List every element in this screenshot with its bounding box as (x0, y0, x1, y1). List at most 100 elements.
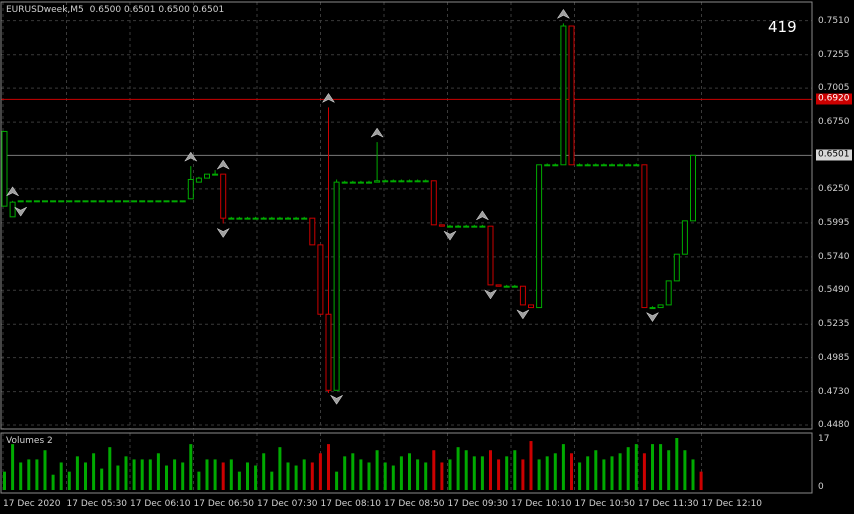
volume-bar (578, 462, 582, 490)
candle-bull (665, 280, 672, 306)
candle-bull (609, 164, 615, 167)
volume-bar (359, 459, 363, 490)
candle-bull (33, 200, 40, 203)
candle-bull (592, 164, 599, 167)
price-tick-label: 0.7255 (818, 49, 850, 60)
candle-bull (195, 177, 202, 183)
fractal-up-icon (370, 127, 384, 138)
ohlc-values: 0.6500 0.6501 0.6500 0.6501 (89, 5, 225, 15)
chart-canvas[interactable] (0, 0, 854, 514)
volume-bar (116, 465, 120, 490)
candle-bear (487, 225, 494, 286)
red-line-price-badge: 0.6920 (816, 93, 852, 105)
candle-bull (341, 181, 348, 184)
volume-bar (75, 456, 79, 490)
volume-bar (667, 450, 671, 490)
candle-bear (438, 224, 445, 227)
fractal-up-icon (475, 210, 490, 221)
fractal-down-icon (645, 311, 660, 323)
volume-bar (189, 444, 193, 490)
candle-bull (649, 307, 656, 310)
symbol-header: EURUSDweek,M5 0.6500 0.6501 0.6500 0.650… (6, 5, 224, 15)
candle-bull (123, 200, 129, 203)
volume-bar (408, 453, 411, 490)
candle-bull (268, 217, 275, 220)
volume-bar (537, 459, 541, 490)
bar-timer: 419 (768, 18, 797, 36)
volume-bar (472, 456, 476, 490)
volume-bar (310, 462, 314, 490)
fractal-up-icon (321, 92, 336, 104)
volume-bar (173, 459, 177, 490)
candle-bear (519, 285, 526, 306)
candle-bull (414, 180, 421, 183)
candle-bull (681, 220, 688, 255)
volume-bar (594, 450, 598, 490)
fractal-up-icon (5, 186, 20, 197)
price-tick-label: 0.6250 (818, 183, 850, 194)
candle-bear (220, 173, 227, 219)
volume-bar (432, 450, 436, 490)
candle-bull (471, 225, 478, 228)
volume-bar (35, 459, 39, 490)
volume-bar (302, 459, 306, 490)
candle-bull (374, 180, 381, 183)
volume-bar (375, 450, 379, 490)
candle-bear (495, 284, 502, 287)
volume-bar (11, 444, 15, 490)
candle-bull (366, 181, 372, 184)
volume-bar (51, 474, 55, 490)
candle-bull (398, 180, 405, 183)
volume-bar (108, 447, 112, 490)
candle-bear (641, 164, 648, 309)
fractal-up-icon (556, 8, 571, 19)
volume-bar (43, 450, 47, 490)
volume-bar (553, 453, 557, 490)
candle-bull (58, 200, 65, 203)
candle-bull (349, 181, 356, 184)
time-tick-label: 17 Dec 08:50 (384, 499, 445, 509)
candle-bull (163, 200, 170, 203)
grid (1, 2, 812, 493)
candle-bull (552, 164, 559, 167)
fractal-down-icon (516, 309, 530, 320)
volume-bar (586, 456, 590, 490)
candle-bull (657, 304, 664, 309)
price-tick-label: 0.5995 (818, 217, 850, 228)
volume-bar (92, 453, 96, 490)
time-tick-label: 17 Dec 08:10 (320, 499, 382, 509)
fractal-up-icon (184, 151, 198, 162)
volume-bar (237, 471, 241, 490)
candles (1, 23, 696, 393)
volume-bar (683, 450, 687, 490)
candle-bull (42, 200, 48, 203)
candle-bull (455, 225, 462, 228)
candle-bear (528, 304, 534, 309)
candle-bull (293, 217, 300, 220)
candle-bull (171, 200, 178, 203)
volume-bar (335, 471, 339, 490)
candle-bear (309, 217, 316, 246)
volume-bar (602, 459, 606, 490)
candle-bull (633, 164, 640, 167)
volume-bar (84, 462, 87, 490)
volume-bar (262, 453, 266, 490)
candle-bull (422, 180, 429, 183)
candle-bull (617, 164, 624, 167)
candle-bull (139, 200, 146, 203)
volume-bar (691, 459, 695, 490)
candle-bull (9, 201, 16, 218)
volume-bar (221, 462, 225, 490)
candle-bear (317, 244, 324, 315)
volume-bar (642, 453, 646, 490)
volume-bar (286, 462, 290, 490)
candle-bull (82, 200, 89, 203)
volume-bar (367, 462, 371, 490)
candle-bull (212, 173, 219, 176)
candle-bull (50, 200, 57, 203)
candle-bull (98, 200, 105, 203)
price-tick-label: 0.5740 (818, 251, 850, 262)
volume-bar (165, 465, 168, 490)
volume-bar (318, 453, 322, 490)
volume-bar (246, 462, 249, 490)
